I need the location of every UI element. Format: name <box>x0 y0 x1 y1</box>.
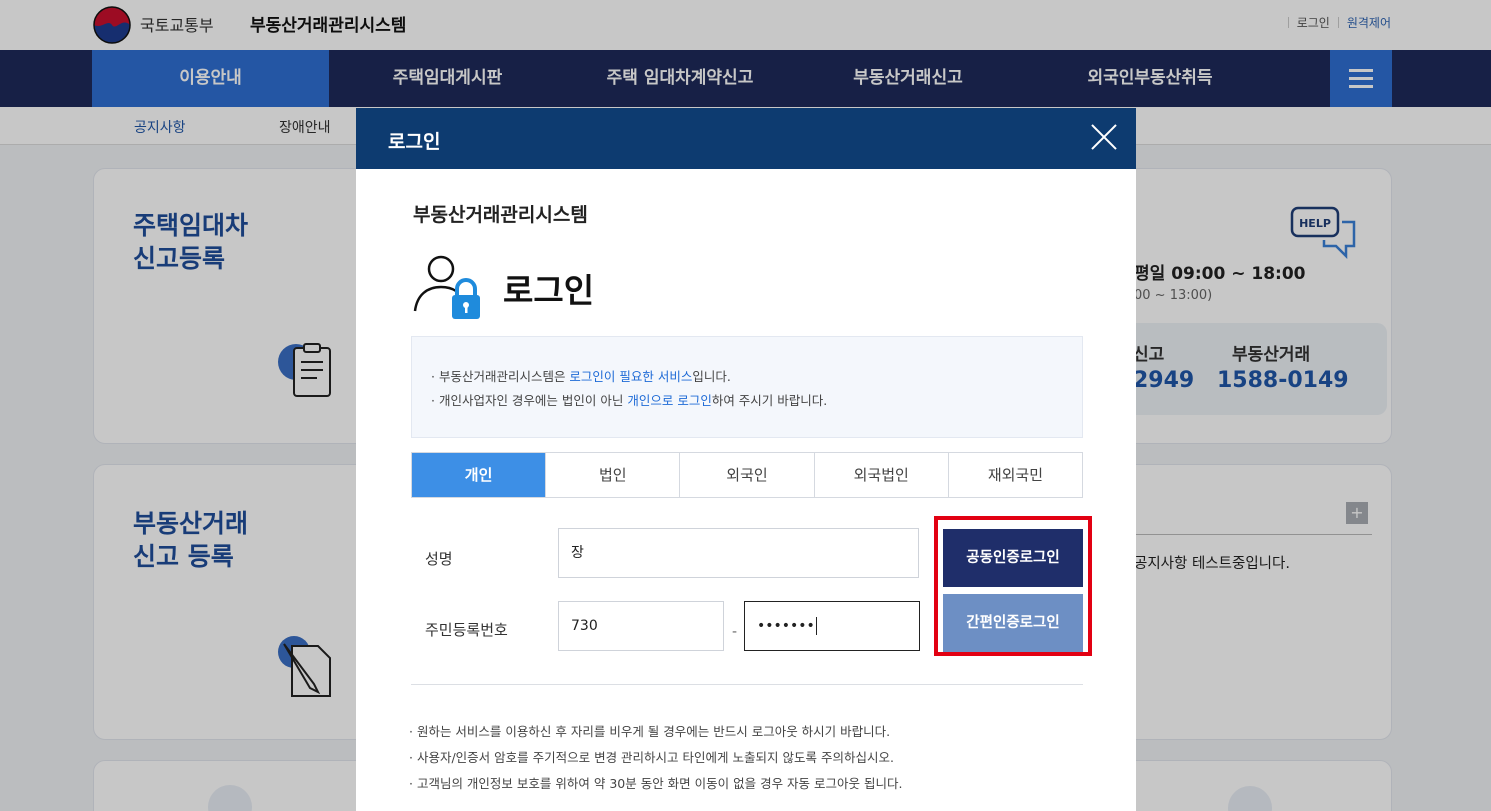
modal-header: 로그인 <box>356 108 1136 169</box>
bottom-note-2: · 사용자/인증서 암호를 주기적으로 변경 관리하시고 타인에게 노출되지 않… <box>409 750 894 765</box>
rrn-label: 주민등록번호 <box>425 621 508 639</box>
notice-line-2: · 개인사업자인 경우에는 법인이 아닌 개인으로 로그인하여 주시기 바랍니다… <box>431 393 828 408</box>
tab-overseas-korean[interactable]: 재외국민 <box>947 453 1082 497</box>
modal-title: 로그인 <box>388 131 441 153</box>
name-label: 성명 <box>425 550 453 568</box>
tab-foreign-corporation[interactable]: 외국법인 <box>813 453 948 497</box>
rrn-front-input[interactable]: 730 <box>558 601 724 651</box>
name-input[interactable]: 장 <box>558 528 919 578</box>
rrn-back-input[interactable]: ••••••• <box>744 601 920 651</box>
divider <box>411 684 1083 685</box>
joint-certificate-login-button[interactable]: 공동인증로그인 <box>943 529 1083 587</box>
bottom-note-3: · 고객님의 개인정보 보호를 위하여 약 30분 동안 화면 이동이 없을 경… <box>409 776 903 791</box>
login-heading: 로그인 <box>503 271 595 310</box>
modal-system-name: 부동산거래관리시스템 <box>413 204 588 226</box>
close-icon[interactable] <box>1089 122 1119 152</box>
bottom-note-1: · 원하는 서비스를 이용하신 후 자리를 비우게 될 경우에는 반드시 로그아… <box>409 724 891 739</box>
tab-corporation[interactable]: 법인 <box>545 453 679 497</box>
tab-foreigner[interactable]: 외국인 <box>679 453 813 497</box>
rrn-dash: - <box>732 624 738 640</box>
simple-auth-login-button[interactable]: 간편인증로그인 <box>943 594 1083 652</box>
tab-individual[interactable]: 개인 <box>412 453 546 497</box>
notice-line-1: · 부동산거래관리시스템은 로그인이 필요한 서비스입니다. <box>431 369 731 384</box>
login-modal: 로그인 부동산거래관리시스템 로그인 · 부동산거래관리시스템은 로그인이 필요… <box>356 108 1136 811</box>
user-lock-icon <box>413 255 480 319</box>
member-type-tabs: 개인 법인 외국인 외국법인 재외국민 <box>411 452 1083 498</box>
login-notice-box: · 부동산거래관리시스템은 로그인이 필요한 서비스입니다. · 개인사업자인 … <box>411 336 1083 438</box>
